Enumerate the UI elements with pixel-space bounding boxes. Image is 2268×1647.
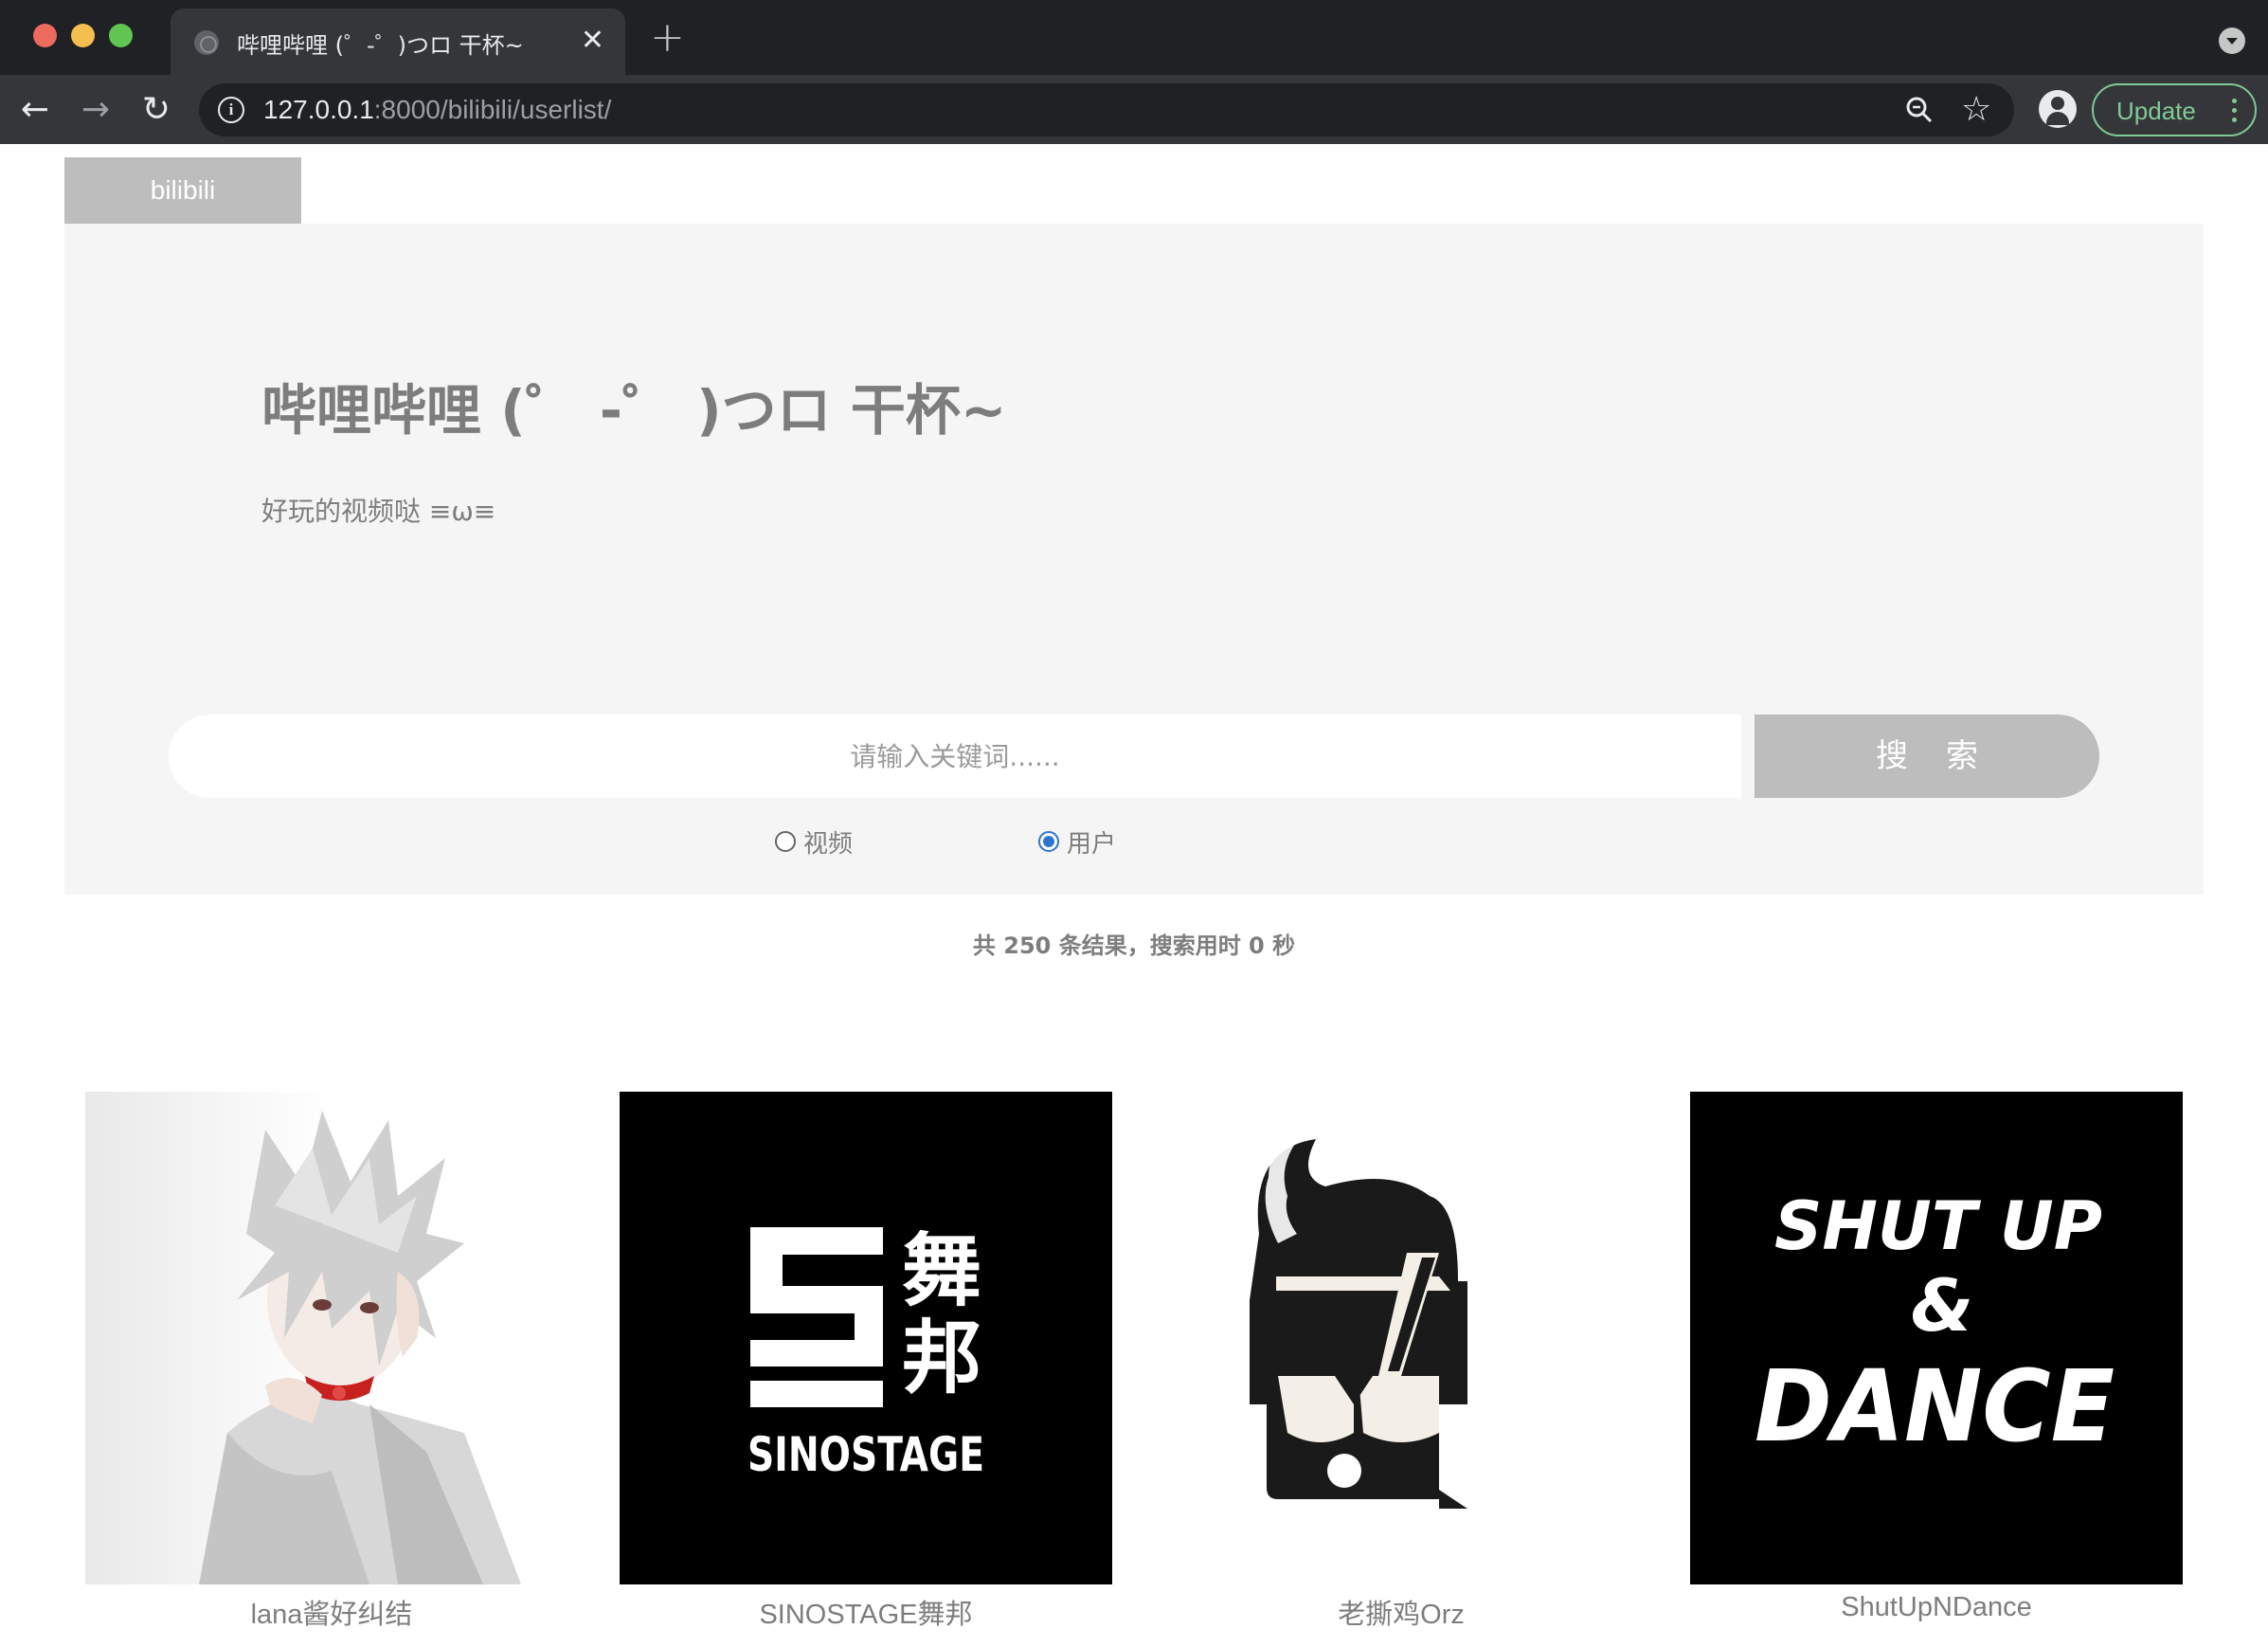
forward-arrow-icon[interactable]: → xyxy=(72,86,119,134)
user-avatar[interactable]: SHUT UP & DANCE xyxy=(1690,1092,2183,1584)
url-path: :8000/bilibili/userlist/ xyxy=(373,95,612,124)
logo-char-wu: 舞 xyxy=(902,1224,981,1317)
search-button[interactable]: 搜索 xyxy=(1755,715,2099,798)
page-subtitle: 好玩的视频哒 ≡ω≡ xyxy=(261,496,496,527)
sunglasses-character-logo-icon xyxy=(1155,1092,1647,1584)
hero-section: 哔哩哔哩 (゜ -゜ )つロ 干杯~ 好玩的视频哒 ≡ω≡ 搜索 视频 用户 xyxy=(64,224,2204,895)
url-text[interactable]: 127.0.0.1:8000/bilibili/userlist/ xyxy=(263,95,611,125)
user-name[interactable]: lana酱好纠结 xyxy=(85,1592,578,1632)
minimize-window-button[interactable] xyxy=(71,24,95,47)
logo-text-ampersand: & xyxy=(1911,1263,1973,1348)
close-tab-icon[interactable]: ✕ xyxy=(581,22,604,60)
browser-toolbar: ← → ↻ i 127.0.0.1:8000/bilibili/userlist… xyxy=(0,75,2268,144)
address-bar[interactable]: i 127.0.0.1:8000/bilibili/userlist/ ☆ xyxy=(199,83,2014,136)
update-button[interactable]: Update xyxy=(2092,83,2257,136)
zoom-icon[interactable] xyxy=(1904,95,1935,125)
user-name[interactable]: SINOSTAGE舞邦 xyxy=(620,1592,1112,1632)
browser-tab-active[interactable]: 哔哩哔哩 (゜-゜)つロ 干杯~ ✕ xyxy=(171,9,625,75)
globe-icon xyxy=(194,30,219,55)
user-name[interactable]: ShutUpNDance xyxy=(1690,1592,2183,1623)
logo-text-dance: DANCE xyxy=(1755,1348,2115,1464)
page-title: 哔哩哔哩 (゜ -゜ )つロ 干杯~ xyxy=(261,378,1007,443)
search-input[interactable] xyxy=(169,715,1741,798)
shut-up-and-dance-logo-icon: SHUT UP & DANCE xyxy=(1690,1092,2183,1584)
tab-title: 哔哩哔哩 (゜-゜)つロ 干杯~ xyxy=(237,32,524,59)
search-result-info: 共 250 条结果，搜索用时 0 秒 xyxy=(972,932,1296,959)
radio-user-circle[interactable] xyxy=(1038,831,1059,852)
radio-video-circle[interactable] xyxy=(775,831,796,852)
tab-search-icon[interactable] xyxy=(2219,27,2245,54)
logo-char-bang: 邦 xyxy=(902,1312,981,1404)
url-host: 127.0.0.1 xyxy=(263,95,374,124)
radio-video[interactable]: 视频 xyxy=(775,824,853,859)
user-name[interactable]: 老撕鸡Orz xyxy=(1155,1592,1647,1632)
more-menu-icon[interactable] xyxy=(2232,99,2238,123)
radio-user-label: 用户 xyxy=(1067,829,1117,859)
logo-text-sinostage: SINOSTAGE xyxy=(747,1427,984,1482)
site-info-icon[interactable]: i xyxy=(218,97,244,123)
profile-avatar-icon[interactable] xyxy=(2039,90,2077,128)
back-arrow-icon[interactable]: ← xyxy=(11,86,59,134)
sinostage-logo-icon: 舞 邦 SINOSTAGE xyxy=(620,1092,1112,1584)
page-content: bilibili 哔哩哔哩 (゜ -゜ )つロ 干杯~ 好玩的视频哒 ≡ω≡ 搜… xyxy=(0,144,2268,1647)
logo-text-shut-up: SHUT UP xyxy=(1774,1187,2102,1265)
new-tab-button[interactable]: + xyxy=(650,17,685,59)
radio-user[interactable]: 用户 xyxy=(1038,824,1116,859)
maximize-window-button[interactable] xyxy=(109,24,133,47)
reload-icon[interactable]: ↻ xyxy=(133,86,180,134)
browser-tab-strip: 哔哩哔哩 (゜-゜)つロ 干杯~ ✕ + xyxy=(0,0,2268,75)
close-window-button[interactable] xyxy=(33,24,57,47)
user-avatar[interactable] xyxy=(85,1092,578,1584)
radio-video-label: 视频 xyxy=(803,829,854,859)
anime-character-avatar-icon xyxy=(85,1092,578,1584)
bookmark-star-icon[interactable]: ☆ xyxy=(1961,89,1991,131)
brand-tab[interactable]: bilibili xyxy=(64,157,301,224)
user-avatar[interactable] xyxy=(1155,1092,1647,1584)
update-label: Update xyxy=(2116,97,2196,125)
user-avatar[interactable]: 舞 邦 SINOSTAGE xyxy=(620,1092,1112,1584)
